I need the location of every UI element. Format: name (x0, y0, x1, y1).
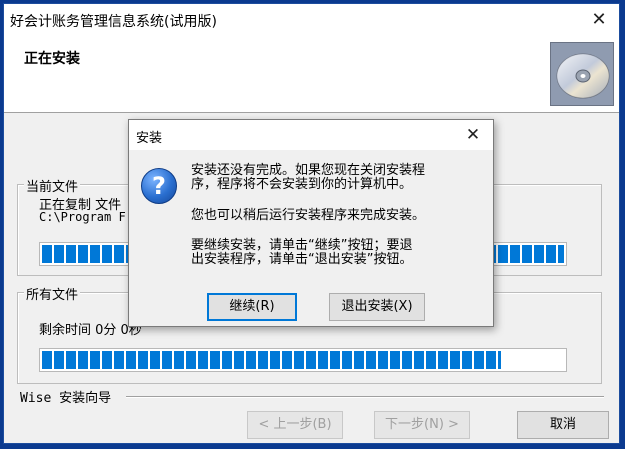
cancel-button[interactable]: 取消 (517, 411, 609, 439)
all-files-progress-bar (39, 348, 567, 372)
window-title: 好会计账务管理信息系统(试用版) (10, 14, 217, 30)
page-title: 正在安装 (24, 51, 80, 67)
divider (126, 396, 604, 398)
all-files-group-label: 所有文件 (24, 284, 81, 303)
message-line: 序，程序将不会安装到你的计算机中。 (191, 177, 413, 192)
question-icon: ? (141, 168, 177, 204)
dialog-title: 安装 (136, 131, 163, 146)
message-line: 安装还没有完成。如果您现在关闭安装程 (191, 163, 426, 178)
message-line: 出安装程序，请单击“退出安装”按钮。 (191, 252, 413, 267)
file-path-text: C:\Program F (39, 210, 126, 224)
all-files-progress-fill (42, 351, 501, 369)
close-icon[interactable]: ✕ (584, 7, 614, 33)
cd-disc-icon (550, 42, 614, 106)
current-file-group-label: 当前文件 (24, 176, 81, 195)
message-line: 您也可以稍后运行安装程序来完成安装。 (191, 208, 426, 223)
dialog-title-bar[interactable]: 安装 ✕ (129, 120, 493, 150)
header-panel: 正在安装 (4, 37, 619, 113)
back-button[interactable]: < 上一步(B) (247, 411, 343, 439)
title-bar[interactable]: 好会计账务管理信息系统(试用版) ✕ (4, 4, 619, 37)
exit-install-button[interactable]: 退出安装(X) (329, 293, 425, 321)
next-button[interactable]: 下一步(N) > (374, 411, 470, 439)
wizard-label: Wise 安装向导 (20, 391, 112, 406)
message-line: 要继续安装，请单击“继续”按钮；要退 (191, 238, 413, 253)
confirm-dialog: 安装 ✕ ? 安装还没有完成。如果您现在关闭安装程 序，程序将不会安装到你的计算… (128, 119, 494, 327)
close-icon[interactable]: ✕ (459, 123, 487, 147)
continue-button[interactable]: 继续(R) (207, 293, 297, 321)
remaining-time-text: 剩余时间 0分 0秒 (39, 323, 142, 338)
